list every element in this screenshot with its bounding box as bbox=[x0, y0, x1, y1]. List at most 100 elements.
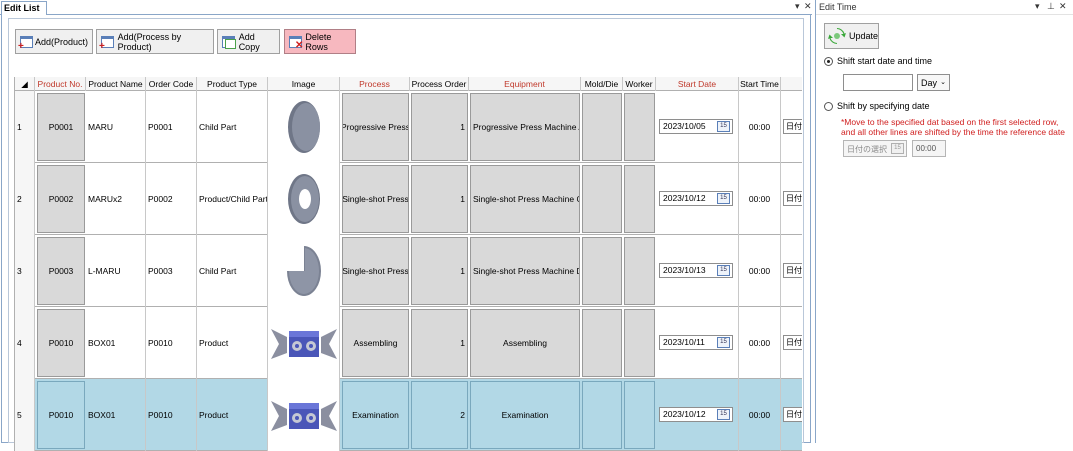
start-time-cell[interactable]: 00:00 bbox=[739, 163, 781, 235]
image-cell[interactable] bbox=[268, 235, 340, 307]
delete-rows-button[interactable]: ✕ Delete Rows bbox=[284, 29, 356, 54]
col-worker[interactable]: Worker bbox=[623, 77, 656, 91]
order-code-cell[interactable]: P0010 bbox=[146, 379, 197, 451]
process-cell[interactable]: Single-shot Press bbox=[342, 165, 409, 233]
row-number[interactable]: 2 bbox=[15, 163, 35, 235]
col-mold-die[interactable]: Mold/Die bbox=[581, 77, 623, 91]
mold-die-cell[interactable] bbox=[582, 309, 622, 377]
product-name-cell[interactable]: L-MARU bbox=[86, 235, 146, 307]
start-time-cell[interactable]: 00:00 bbox=[739, 379, 781, 451]
order-code-cell[interactable]: P0010 bbox=[146, 307, 197, 379]
calendar-icon[interactable]: 15 bbox=[717, 409, 730, 420]
calendar-icon[interactable]: 15 bbox=[717, 193, 730, 204]
row-number[interactable]: 5 bbox=[15, 379, 35, 451]
shift-start-radio[interactable] bbox=[824, 57, 833, 66]
col-product-type[interactable]: Product Type bbox=[197, 77, 268, 91]
table-row[interactable]: 4 P0010 BOX01 P0010 Product Assembling 1… bbox=[15, 307, 802, 379]
table-row[interactable]: 1 P0001 MARU P0001 Child Part Progressiv… bbox=[15, 91, 802, 163]
row-number[interactable]: 4 bbox=[15, 307, 35, 379]
add-process-button[interactable]: + Add(Process by Product) bbox=[96, 29, 214, 54]
mold-die-cell[interactable] bbox=[582, 93, 622, 161]
shift-specify-radio[interactable] bbox=[824, 102, 833, 111]
worker-cell[interactable] bbox=[624, 381, 655, 449]
product-name-cell[interactable]: MARU bbox=[86, 91, 146, 163]
start-date-input[interactable]: 2023/10/12 15 bbox=[659, 191, 733, 206]
product-name-cell[interactable]: BOX01 bbox=[86, 379, 146, 451]
col-start-time[interactable]: Start Time bbox=[739, 77, 781, 91]
row-number[interactable]: 3 bbox=[15, 235, 35, 307]
table-row[interactable]: 2 P0002 MARUx2 P0002 Product/Child Part … bbox=[15, 163, 802, 235]
calendar-icon[interactable]: 15 bbox=[717, 265, 730, 276]
worker-cell[interactable] bbox=[624, 237, 655, 305]
col-order-code[interactable]: Order Code bbox=[146, 77, 197, 91]
pin-icon[interactable]: ⊥ bbox=[1047, 1, 1055, 12]
col-start-date[interactable]: Start Date bbox=[656, 77, 739, 91]
product-type-cell[interactable]: Product bbox=[197, 307, 268, 379]
reference-date-input[interactable]: 日付の選択 15 bbox=[843, 140, 907, 157]
date-select-input[interactable]: 日付 bbox=[783, 407, 802, 422]
row-number[interactable]: 1 bbox=[15, 91, 35, 163]
process-cell[interactable]: Examination bbox=[342, 381, 409, 449]
product-type-cell[interactable]: Product/Child Part bbox=[197, 163, 268, 235]
reference-time-input[interactable]: 00:00 bbox=[912, 140, 946, 157]
col-product-name[interactable]: Product Name bbox=[86, 77, 146, 91]
process-cell[interactable]: Progressive Press bbox=[342, 93, 409, 161]
mold-die-cell[interactable] bbox=[582, 237, 622, 305]
image-cell[interactable] bbox=[268, 307, 340, 379]
calendar-icon[interactable]: 15 bbox=[717, 337, 730, 348]
close-icon[interactable]: ✕ bbox=[804, 1, 812, 12]
product-name-cell[interactable]: MARUx2 bbox=[86, 163, 146, 235]
shift-amount-input[interactable] bbox=[843, 74, 913, 91]
product-type-cell[interactable]: Product bbox=[197, 379, 268, 451]
product-type-cell[interactable]: Child Part bbox=[197, 91, 268, 163]
start-date-input[interactable]: 2023/10/05 15 bbox=[659, 119, 733, 134]
date-select-input[interactable]: 日付 bbox=[783, 263, 802, 278]
equipment-cell[interactable]: Assembling bbox=[470, 309, 580, 377]
mold-die-cell[interactable] bbox=[582, 165, 622, 233]
date-select-input[interactable]: 日付 bbox=[783, 119, 802, 134]
equipment-cell[interactable]: Progressive Press Machine A bbox=[470, 93, 580, 161]
close-icon[interactable]: ✕ bbox=[1059, 1, 1067, 12]
tab-edit-list[interactable]: Edit List bbox=[1, 1, 47, 15]
image-cell[interactable] bbox=[268, 163, 340, 235]
process-cell[interactable]: Assembling bbox=[342, 309, 409, 377]
start-date-input[interactable]: 2023/10/11 15 bbox=[659, 335, 733, 350]
equipment-cell[interactable]: Single-shot Press Machine C bbox=[470, 165, 580, 233]
equipment-cell[interactable]: Examination bbox=[470, 381, 580, 449]
process-order-cell[interactable]: 1 bbox=[411, 237, 468, 305]
update-button[interactable]: Update bbox=[824, 23, 879, 49]
calendar-icon[interactable]: 15 bbox=[717, 121, 730, 132]
col-process[interactable]: Process bbox=[340, 77, 410, 91]
col-image[interactable]: Image bbox=[268, 77, 340, 91]
col-process-order[interactable]: Process Order bbox=[410, 77, 469, 91]
start-time-cell[interactable]: 00:00 bbox=[739, 91, 781, 163]
shift-unit-select[interactable]: Day ⌄ bbox=[917, 74, 950, 91]
worker-cell[interactable] bbox=[624, 309, 655, 377]
start-time-cell[interactable]: 00:00 bbox=[739, 235, 781, 307]
product-type-cell[interactable]: Child Part bbox=[197, 235, 268, 307]
pane-menu-icon[interactable]: ▾ bbox=[795, 1, 800, 12]
product-no-cell[interactable]: P0010 bbox=[37, 381, 85, 449]
process-cell[interactable]: Single-shot Press bbox=[342, 237, 409, 305]
process-order-cell[interactable]: 1 bbox=[411, 309, 468, 377]
pane-menu-icon[interactable]: ▾ bbox=[1035, 1, 1040, 12]
start-time-cell[interactable]: 00:00 bbox=[739, 307, 781, 379]
add-copy-button[interactable]: Add Copy bbox=[217, 29, 280, 54]
image-cell[interactable] bbox=[268, 91, 340, 163]
calendar-icon[interactable]: 15 bbox=[891, 143, 904, 154]
start-date-input[interactable]: 2023/10/13 15 bbox=[659, 263, 733, 278]
col-product-no[interactable]: Product No. bbox=[35, 77, 86, 91]
order-code-cell[interactable]: P0003 bbox=[146, 235, 197, 307]
process-order-cell[interactable]: 1 bbox=[411, 93, 468, 161]
product-no-cell[interactable]: P0010 bbox=[37, 309, 85, 377]
process-order-cell[interactable]: 1 bbox=[411, 165, 468, 233]
product-no-cell[interactable]: P0003 bbox=[37, 237, 85, 305]
start-date-input[interactable]: 2023/10/12 15 bbox=[659, 407, 733, 422]
add-product-button[interactable]: + Add(Product) bbox=[15, 29, 93, 54]
image-cell[interactable] bbox=[268, 379, 340, 451]
equipment-cell[interactable]: Single-shot Press Machine D bbox=[470, 237, 580, 305]
col-equipment[interactable]: Equipment bbox=[469, 77, 581, 91]
mold-die-cell[interactable] bbox=[582, 381, 622, 449]
order-code-cell[interactable]: P0001 bbox=[146, 91, 197, 163]
order-code-cell[interactable]: P0002 bbox=[146, 163, 197, 235]
